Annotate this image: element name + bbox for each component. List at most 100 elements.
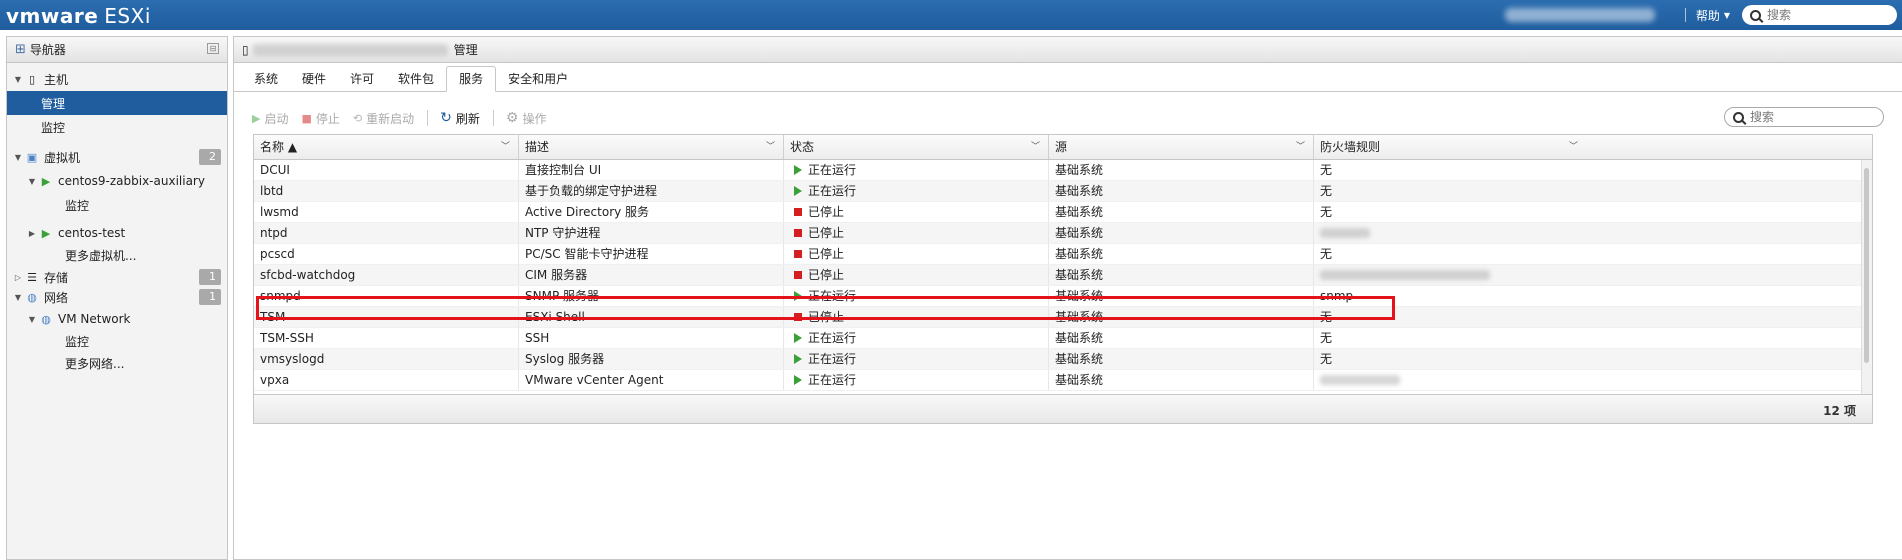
cell-name: pcscd [260, 247, 295, 261]
expand-icon[interactable]: ▼ [27, 177, 37, 186]
tab-services[interactable]: 服务 [446, 66, 497, 92]
running-icon [794, 354, 802, 364]
nav-label: 监控 [41, 120, 66, 135]
nav-item-more-networks[interactable]: 更多网络... [7, 351, 227, 375]
cell-description: 基于负载的绑定守护进程 [525, 184, 658, 198]
cell-source: 基础系统 [1055, 247, 1104, 261]
tab-packages[interactable]: 软件包 [386, 67, 446, 91]
expand-icon[interactable]: ▼ [27, 315, 37, 324]
chevron-down-icon[interactable]: ﹀ [766, 135, 775, 159]
cell-firewall: 无 [1320, 247, 1333, 261]
cell-firewall: 无 [1320, 352, 1333, 366]
table-row[interactable]: TSM ESXi Shell 已停止 基础系统 无 [254, 307, 1872, 328]
global-search-input[interactable] [1765, 7, 1879, 23]
stopped-icon [794, 313, 802, 321]
cell-source: 基础系统 [1055, 184, 1104, 198]
nav-item-manage[interactable]: 管理 [7, 91, 227, 115]
expand-icon[interactable]: ▼ [13, 293, 23, 302]
refresh-button[interactable]: ↻ 刷新 [440, 110, 480, 127]
table-row[interactable]: DCUI 直接控制台 UI 正在运行 基础系统 无 [254, 160, 1872, 181]
nav-item-vm-centos9[interactable]: ▼ ▶ centos9-zabbix-auxiliary [7, 169, 227, 193]
divider [427, 110, 429, 126]
tab-system[interactable]: 系统 [242, 67, 290, 91]
cell-state: 正在运行 [808, 373, 857, 387]
actions-button[interactable]: ⚙ 操作 [506, 110, 547, 127]
restart-button[interactable]: ⟲ 重新启动 [353, 110, 414, 127]
cell-state: 已停止 [808, 247, 845, 261]
cell-description: VMware vCenter Agent [525, 373, 664, 387]
expand-icon[interactable]: ▼ [13, 75, 23, 84]
table-row[interactable]: snmpd SNMP 服务器 正在运行 基础系统 snmp [254, 286, 1872, 307]
logo-product: ESXi [104, 4, 151, 28]
nav-item-host[interactable]: ▼ ▯ 主机 [7, 67, 227, 91]
cell-description: SNMP 服务器 [525, 289, 599, 303]
table-row[interactable]: lbtd 基于负载的绑定守护进程 正在运行 基础系统 无 [254, 181, 1872, 202]
nav-item-vm-monitor[interactable]: 监控 [7, 193, 227, 217]
cell-description: Active Directory 服务 [525, 205, 650, 219]
help-menu[interactable]: 帮助 ▼ [1696, 7, 1730, 24]
expand-icon[interactable]: ▶ [27, 229, 37, 238]
column-state[interactable]: 状态 ﹀ [784, 135, 1049, 159]
nav-item-vm-network[interactable]: ▼ ◍ VM Network [7, 307, 227, 331]
table-footer: 12 项 [254, 394, 1872, 423]
cell-state: 已停止 [808, 268, 845, 282]
cell-state: 正在运行 [808, 184, 857, 198]
cell-description: PC/SC 智能卡守护进程 [525, 247, 649, 261]
search-icon [1733, 111, 1744, 123]
nav-item-storage[interactable]: ▷ ☰ 存储 1 [7, 267, 227, 287]
tab-licensing[interactable]: 许可 [338, 67, 386, 91]
column-description[interactable]: 描述 ﹀ [519, 135, 784, 159]
vm-icon: ▣ [26, 150, 38, 164]
cell-state: 正在运行 [808, 163, 857, 177]
network-icon: ◍ [27, 290, 37, 304]
table-row[interactable]: lwsmd Active Directory 服务 已停止 基础系统 无 [254, 202, 1872, 223]
scrollbar-thumb[interactable] [1864, 168, 1869, 363]
column-firewall[interactable]: 防火墙规则 ﹀ [1314, 135, 1586, 159]
stopped-icon [794, 271, 802, 279]
chevron-down-icon[interactable]: ﹀ [501, 135, 510, 159]
cell-source: 基础系统 [1055, 352, 1104, 366]
cell-firewall: 无 [1320, 331, 1333, 345]
running-icon [794, 291, 802, 301]
help-label: 帮助 [1695, 8, 1720, 23]
start-button[interactable]: ▶ 启动 [252, 110, 288, 127]
table-row[interactable]: ntpd NTP 守护进程 已停止 基础系统 [254, 223, 1872, 244]
nav-item-monitor[interactable]: 监控 [7, 115, 227, 139]
cell-source: 基础系统 [1055, 373, 1104, 387]
cell-firewall: 无 [1320, 184, 1333, 198]
nav-item-network-monitor[interactable]: 监控 [7, 331, 227, 351]
table-row[interactable]: vmsyslogd Syslog 服务器 正在运行 基础系统 无 [254, 349, 1872, 370]
services-search[interactable] [1724, 107, 1884, 127]
table-row[interactable]: vpxa VMware vCenter Agent 正在运行 基础系统 [254, 370, 1872, 391]
expand-icon[interactable]: ▼ [13, 153, 23, 162]
cell-source: 基础系统 [1055, 289, 1104, 303]
stopped-icon [794, 250, 802, 258]
table-row[interactable]: sfcbd-watchdog CIM 服务器 已停止 基础系统 [254, 265, 1872, 286]
nav-item-vms[interactable]: ▼ ▣ 虚拟机 2 [7, 145, 227, 169]
table-row[interactable]: TSM-SSH SSH 正在运行 基础系统 无 [254, 328, 1872, 349]
table-row[interactable]: pcscd PC/SC 智能卡守护进程 已停止 基础系统 无 [254, 244, 1872, 265]
stop-button[interactable]: ■ 停止 [301, 110, 339, 127]
chevron-down-icon[interactable]: ﹀ [1031, 135, 1040, 159]
column-source[interactable]: 源 ﹀ [1049, 135, 1314, 159]
collapse-icon[interactable]: ⊟ [207, 43, 219, 54]
nav-label: 存储 [44, 270, 69, 285]
expand-icon[interactable]: ▷ [13, 273, 23, 282]
tab-security-users[interactable]: 安全和用户 [496, 67, 580, 91]
vertical-scrollbar[interactable] [1861, 160, 1872, 396]
tab-hardware[interactable]: 硬件 [290, 67, 338, 91]
page-title: 管理 [453, 43, 478, 57]
nav-item-network[interactable]: ▼ ◍ 网络 1 [7, 287, 227, 307]
cell-name: lbtd [260, 184, 284, 198]
restart-icon: ⟲ [352, 111, 363, 125]
column-label: 状态 [790, 140, 815, 154]
services-toolbar: ▶ 启动 ■ 停止 ⟲ 重新启动 ↻ 刷新 ⚙ 操作 [252, 107, 559, 129]
search-icon [1750, 9, 1761, 21]
nav-item-more-vms[interactable]: 更多虚拟机... [7, 245, 227, 265]
nav-item-vm-centos-test[interactable]: ▶ ▶ centos-test [7, 221, 227, 245]
chevron-down-icon[interactable]: ﹀ [1569, 135, 1578, 159]
column-name[interactable]: 名称 ▲ ﹀ [254, 135, 519, 159]
global-search[interactable] [1742, 5, 1897, 25]
services-search-input[interactable] [1748, 109, 1862, 125]
chevron-down-icon[interactable]: ﹀ [1296, 135, 1305, 159]
